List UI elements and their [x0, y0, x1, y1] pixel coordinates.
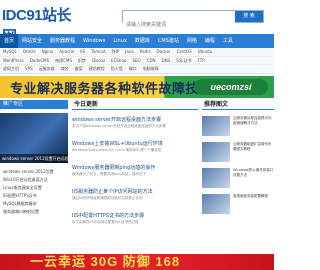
subnav-link[interactable]: 帝国CMS	[52, 57, 75, 64]
subnav-link[interactable]: Oracle	[20, 48, 39, 56]
featured-image-caption: windows server 2012设置开启远程	[0, 154, 68, 163]
nav-item-security[interactable]: 网站安全	[18, 34, 46, 48]
search-box: 搜 索	[122, 10, 264, 31]
today-updates-title: 今日更新	[72, 100, 198, 110]
recommend-thumbnail	[202, 168, 230, 188]
promo-banner[interactable]: 专业解决服务器各种软件故障技术问题 uecomzsi	[0, 76, 274, 98]
article-desc: 通过IIS的IP地址和域限制功能可实现禁止访问	[72, 196, 143, 200]
subnav-link[interactable]: 域名	[58, 65, 72, 72]
subnav-link[interactable]: SEO	[129, 57, 143, 64]
article-title[interactable]: Windows服务器限制ping功能的操作	[72, 164, 198, 172]
subnav-link[interactable]: 建站教程	[86, 65, 108, 72]
nav-item-database[interactable]: 数据库	[131, 34, 154, 48]
left-column: 推广专区 windows server 2012设置开启远程 windows s…	[0, 100, 68, 270]
nav-item-linux[interactable]: Linux	[109, 34, 130, 48]
nav-item-code[interactable]: 编程	[201, 34, 219, 48]
subnav-link[interactable]: Discuz	[89, 57, 108, 64]
recommend-text: Windows防火墙开放端口设置方法	[233, 168, 274, 177]
subnav-link[interactable]: 端口	[126, 65, 140, 72]
subnav-link[interactable]: Docker	[154, 48, 174, 56]
sub-nav: MySQL Oracle Nginx Apache IIS Tomcat PHP…	[0, 48, 274, 74]
recommend-title: 推荐图文	[202, 100, 274, 110]
article-desc: Windows Subsystem for Linux 简称WSL是一个兼容层	[72, 148, 162, 152]
recommend-text: 云服务器远程连接提示内部错误解决方法	[233, 116, 272, 125]
list-item[interactable]: windows server 2012设置	[0, 168, 68, 176]
subnav-link[interactable]: VPS	[22, 65, 36, 72]
subnav-link[interactable]: FTP	[194, 57, 207, 64]
subnav-link[interactable]: Apache	[56, 48, 77, 56]
subnav-link[interactable]: 云服务器	[36, 65, 58, 72]
list-item[interactable]: IIS配置HTTPS证书	[0, 192, 68, 200]
article-item: windows server开启远程桌面方法步骤 本文介绍windows ser…	[72, 116, 198, 134]
article-item: IIS中配置HTTPS证书的方法步骤 本文讲解在IIS中给网站配置SSL证书的过…	[72, 212, 198, 230]
nav-item-cms[interactable]: CMS建站	[154, 34, 183, 48]
subnav-link[interactable]: CDN	[144, 57, 159, 64]
article-item: IIS服务器防止某个IP访问网站的方法 通过IIS的IP地址和域限制功能可实现禁…	[72, 188, 198, 206]
recommend-text: 宝塔面板安装配置教程	[233, 194, 268, 198]
list-item[interactable]: Win10开启远程桌面方法	[0, 176, 68, 184]
subnav-row: WordPress DedeCMS 帝国CMS 织梦 Discuz ECShop…	[0, 56, 274, 64]
middle-column: 今日更新 windows server开启远程桌面方法步骤 本文介绍window…	[72, 100, 198, 270]
nav-item-home[interactable]: 首页	[0, 34, 19, 48]
article-desc: 本文介绍windows server系统开启远程桌面连接的方法步骤	[72, 124, 166, 128]
nav-item-network[interactable]: 网络	[183, 34, 201, 48]
subnav-link[interactable]: SSL证书	[173, 57, 194, 64]
subnav-link[interactable]: ECShop	[108, 57, 129, 64]
recommend-item[interactable]: 宝塔面板安装配置教程	[202, 194, 274, 214]
article-desc: 服务器为了安全，需要关闭ping功能，操作如下	[72, 172, 147, 176]
subnav-link[interactable]: Tomcat	[88, 48, 108, 56]
article-title[interactable]: windows server开启远程桌面方法步骤	[72, 116, 198, 124]
article-title[interactable]: Windows上安装WSL+Ubuntu运行环境	[72, 140, 198, 148]
recommend-item[interactable]: 云服务器磁盘扩容操作步骤图文教程	[202, 142, 274, 162]
recommend-thumbnail	[202, 142, 230, 162]
subnav-link[interactable]: 织梦	[75, 57, 89, 64]
list-item[interactable]: Linux服务器安全设置	[0, 184, 68, 192]
subnav-link[interactable]: Java	[122, 48, 136, 56]
subnav-link[interactable]: 虚拟主机	[0, 65, 22, 72]
subnav-link[interactable]: Redis	[137, 48, 154, 56]
bottom-ad-text: 一云幸运 30G 防御 168	[30, 254, 181, 269]
subnav-link[interactable]: MySQL	[0, 48, 20, 56]
subnav-row: 虚拟主机 VPS 云服务器 域名 备案 建站教程 防火墙 端口 电脑故障	[0, 64, 274, 72]
recommend-item[interactable]: 云服务器远程连接提示内部错误解决方法	[202, 116, 274, 136]
nav-item-server[interactable]: 服务器教程	[46, 34, 79, 48]
recommend-thumbnail	[202, 116, 230, 136]
bottom-ad-banner[interactable]: 一云幸运 30G 防御 168	[0, 254, 274, 270]
search-button[interactable]: 搜 索	[235, 11, 263, 22]
recommend-item[interactable]: Windows防火墙开放端口设置方法	[202, 168, 274, 188]
subnav-link[interactable]: 防火墙	[108, 65, 126, 72]
recommend-text: 云服务器磁盘扩容操作步骤图文教程	[233, 142, 272, 151]
subnav-link[interactable]: CentOS	[174, 48, 195, 56]
nav-item-windows[interactable]: Windows	[79, 34, 109, 48]
site-header: IDC91站长网 WWW.IDC91.COM 搜 索	[0, 0, 274, 50]
subnav-row: MySQL Oracle Nginx Apache IIS Tomcat PHP…	[0, 48, 274, 56]
subnav-link[interactable]: 电脑故障	[140, 65, 162, 72]
article-item: Windows服务器限制ping功能的操作 服务器为了安全，需要关闭ping功能…	[72, 164, 198, 182]
article-title[interactable]: IIS中配置HTTPS证书的方法步骤	[72, 212, 198, 220]
search-input[interactable]	[123, 19, 235, 31]
right-column: 推荐图文 云服务器远程连接提示内部错误解决方法 云服务器磁盘扩容操作步骤图文教程…	[202, 100, 274, 270]
banner-logo: uecomzsi	[194, 79, 268, 95]
subnav-link[interactable]: 备案	[72, 65, 86, 72]
nav-item-tools[interactable]: 工具	[219, 34, 237, 48]
featured-image[interactable]: windows server 2012设置开启远程	[0, 113, 68, 163]
left-link-list: windows server 2012设置 Win10开启远程桌面方法 Linu…	[0, 168, 68, 216]
subnav-link[interactable]: DedeCMS	[27, 57, 52, 64]
subnav-link[interactable]: IIS	[77, 48, 88, 56]
list-item[interactable]: MySQL数据库备份	[0, 200, 68, 208]
subnav-link[interactable]: DNS	[159, 57, 174, 64]
article-desc: 本文讲解在IIS中给网站配置SSL证书的过程	[72, 220, 139, 224]
article-item: Windows上安装WSL+Ubuntu运行环境 Windows Subsyst…	[72, 140, 198, 158]
subnav-link[interactable]: Nginx	[39, 48, 57, 56]
main-nav: 首页 网站安全 服务器教程 Windows Linux 数据库 CMS建站 网络…	[0, 34, 274, 48]
left-section-title: 推广专区	[0, 100, 68, 109]
subnav-link[interactable]: Ubuntu	[195, 48, 216, 56]
recommend-thumbnail	[202, 194, 230, 214]
list-item[interactable]: 服务器端口映射设置	[0, 208, 68, 216]
site-logo[interactable]: IDC91站长网 WWW.IDC91.COM	[2, 4, 78, 50]
subnav-link[interactable]: PHP	[108, 48, 122, 56]
article-title[interactable]: IIS服务器防止某个IP访问网站的方法	[72, 188, 198, 196]
subnav-link[interactable]: WordPress	[0, 57, 27, 64]
